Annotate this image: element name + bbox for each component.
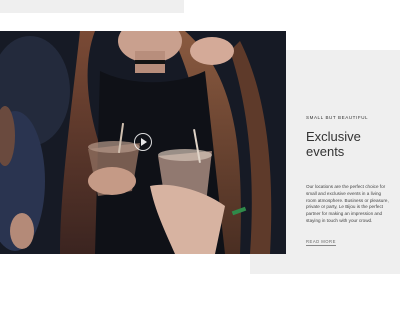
heading-line-1: Exclusive	[306, 129, 361, 144]
section-description: Our locations are the perfect choice for…	[306, 184, 389, 223]
event-photo	[0, 31, 286, 254]
section-heading: Exclusive events	[306, 129, 392, 159]
play-icon	[141, 138, 147, 146]
events-text-block: SMALL BUT BEAUTIFUL Exclusive events Our…	[306, 115, 392, 248]
section-eyebrow: SMALL BUT BEAUTIFUL	[306, 115, 369, 120]
heading-line-2: events	[306, 144, 345, 159]
play-video-button[interactable]	[134, 133, 152, 151]
read-more-link[interactable]: READ MORE	[306, 239, 336, 246]
top-decorative-strip	[0, 0, 184, 13]
